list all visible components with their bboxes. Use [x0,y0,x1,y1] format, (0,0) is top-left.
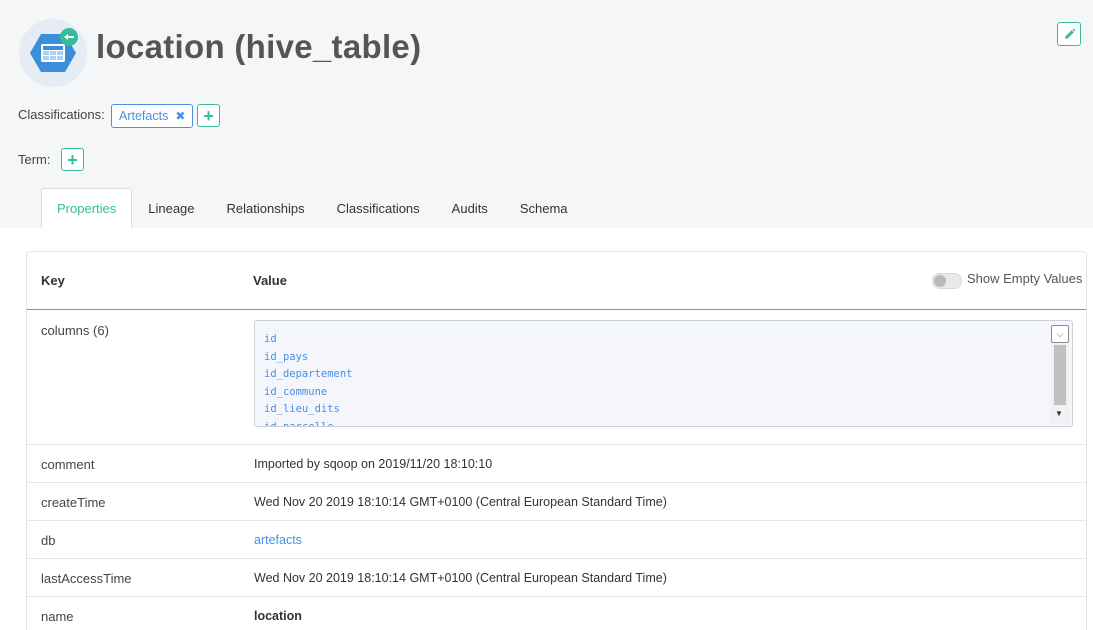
key-column-header: Key [41,273,65,288]
column-link[interactable]: id_pays [264,349,353,367]
classifications-label: Classifications: [18,107,105,122]
add-term-button[interactable]: + [61,148,84,171]
listbox-scrollbar[interactable]: ⌵ ▼ [1051,325,1069,424]
table-row: db artefacts [27,521,1086,559]
db-link[interactable]: artefacts [254,533,302,547]
table-row: comment Imported by sqoop on 2019/11/20 … [27,445,1086,483]
classification-tag-label: Artefacts [119,109,169,123]
term-label: Term: [18,152,51,167]
column-link[interactable]: id_departement [264,366,353,384]
tab-properties[interactable]: Properties [41,188,133,228]
row-key: db [41,533,56,548]
tab-schema[interactable]: Schema [504,188,584,228]
tab-bar: Properties Lineage Relationships Classif… [41,188,584,228]
plus-icon: + [67,149,78,170]
row-key: name [41,609,74,624]
value-column-header: Value [253,273,287,288]
hive-table-icon [19,19,87,87]
row-key: comment [41,457,95,472]
columns-listbox[interactable]: id id_pays id_departement id_commune id_… [254,320,1073,427]
properties-panel: Key Value Show Empty Values columns (6) … [26,251,1087,630]
pencil-icon [1064,28,1075,39]
column-link[interactable]: id_commune [264,384,353,402]
show-empty-values-label: Show Empty Values [967,271,1083,286]
tab-classifications[interactable]: Classifications [321,188,436,228]
add-classification-button[interactable]: + [197,104,220,127]
row-key: lastAccessTime [41,571,132,586]
column-link[interactable]: id_parcelle [264,419,353,427]
tab-audits[interactable]: Audits [436,188,504,228]
tab-lineage[interactable]: Lineage [132,188,210,228]
table-row: lastAccessTime Wed Nov 20 2019 18:10:14 … [27,559,1086,597]
page-title: location (hive_table) [96,28,422,65]
table-row: name location [27,597,1086,630]
classification-tag-artefacts[interactable]: Artefacts ✖ [111,104,194,128]
edit-button[interactable] [1057,22,1081,46]
plus-icon: + [203,105,214,126]
show-empty-values-toggle[interactable] [932,273,962,289]
row-value: location [254,609,302,623]
row-value: Imported by sqoop on 2019/11/20 18:10:10 [254,457,493,471]
scroll-down-arrow-icon[interactable]: ▼ [1055,409,1063,418]
chevron-down-icon[interactable]: ⌵ [1051,325,1069,343]
row-key: createTime [41,495,106,510]
close-icon[interactable]: ✖ [175,109,185,123]
table-row: columns (6) id id_pays id_departement id… [27,310,1086,445]
column-link[interactable]: id [264,331,353,349]
column-link[interactable]: id_lieu_dits [264,401,353,419]
tab-relationships[interactable]: Relationships [211,188,321,228]
row-key: columns (6) [41,323,109,338]
properties-table-header: Key Value Show Empty Values [27,252,1086,310]
row-value: Wed Nov 20 2019 18:10:14 GMT+0100 (Centr… [254,571,667,585]
row-value: Wed Nov 20 2019 18:10:14 GMT+0100 (Centr… [254,495,667,509]
table-row: createTime Wed Nov 20 2019 18:10:14 GMT+… [27,483,1086,521]
scrollbar-thumb[interactable] [1054,345,1066,405]
